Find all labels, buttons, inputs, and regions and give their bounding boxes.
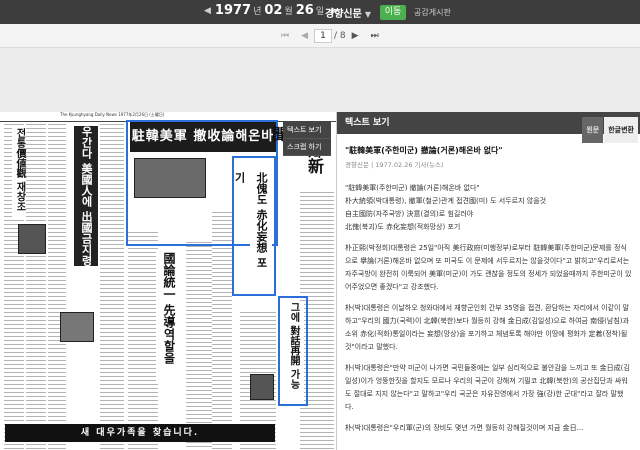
headline-national-unity[interactable]: 國論統一 先導역할을 <box>156 252 182 382</box>
text-panel-body: "駐韓美軍(주한미군) 撤論(거론)해온바 없다" 경향신문 | 1977.02… <box>337 134 640 435</box>
page-number-input[interactable]: 1 <box>314 29 333 43</box>
date-selector: ◀ 1977 년 02 월 26 일 ▶ <box>200 3 342 18</box>
headline-main[interactable]: 駐韓美軍 撤收論해온바 없다 <box>130 122 276 174</box>
next-page-icon[interactable]: ▶ <box>352 31 359 41</box>
article-summary: "駐韓美軍(주한미군) 撤論(거론)해온바 없다" 朴大統領(박대통령), 撤軍… <box>345 182 632 234</box>
text-column <box>48 124 66 450</box>
text-view-panel: 텍스트 보기 원문 한글변환 "駐韓美軍(주한미군) 撤論(거론)해온바 없다"… <box>336 112 640 450</box>
year-unit: 년 <box>253 7 262 17</box>
headline-dialogue[interactable]: 그에 對話再開 가능 <box>282 302 304 402</box>
meeting-photo <box>134 158 206 198</box>
first-page-icon[interactable]: ⏮ <box>281 31 289 41</box>
portrait-photo-2 <box>250 374 274 400</box>
month-unit: 월 <box>284 7 293 17</box>
summary-line: "駐韓美軍(주한미군) 撤論(거론)해온바 없다" <box>345 184 480 192</box>
portrait-photo <box>18 224 46 254</box>
year-value[interactable]: 1977 <box>215 3 251 18</box>
viewer-context-menu: 텍스트 보기 스크랩 하기 <box>283 122 331 156</box>
menu-item-scrap[interactable]: 스크랩 하기 <box>283 139 331 156</box>
last-page-icon[interactable]: ⏭ <box>371 31 379 41</box>
pager: ⏮ ◀ 1 / 8 ▶ ⏭ <box>275 29 385 43</box>
top-navigation-bar: ◀ 1977 년 02 월 26 일 ▶ 경향신문 ▼ 이동 공감게시판 <box>0 0 640 24</box>
text-panel-title: 텍스트 보기 <box>345 118 390 128</box>
article-paragraph: 朴正熙(박정희)대통령은 25일"아직 美行政府(미행정부)로부터 駐韓美軍(주… <box>345 244 632 291</box>
page-total: / 8 <box>334 31 346 41</box>
text-column <box>186 242 212 450</box>
newspaper-viewer[interactable]: The Kyunghyang Daily News 1977年2月26日 (土曜… <box>0 112 336 450</box>
newspaper-select-label: 경향신문 <box>325 9 362 20</box>
article-title: "駐韓美軍(주한미군) 撤論(거론)해온바 없다" <box>345 146 503 155</box>
text-column <box>26 124 46 450</box>
article-paragraph: 朴(박)대통령은"만약 미군이 나가면 국민들중에는 일부 심리적으로 불안감을… <box>345 364 630 411</box>
text-column <box>100 124 124 450</box>
page-navigation-bar: ⏮ ◀ 1 / 8 ▶ ⏭ <box>0 24 640 48</box>
chevron-down-icon: ▼ <box>364 10 371 19</box>
summary-line: 朴大統領(박대통령), 撤軍(철군)관계 접견國(미) 도 서두르지 않을것 <box>345 197 547 205</box>
text-column <box>212 212 232 450</box>
advertisement-banner: 새 대우가족을 찾습니다. <box>5 424 275 442</box>
month-value[interactable]: 02 <box>264 3 282 18</box>
day-value[interactable]: 26 <box>296 3 314 18</box>
menu-item-text-view[interactable]: 텍스트 보기 <box>283 122 331 139</box>
selected-article-box-2[interactable] <box>232 156 276 296</box>
text-column <box>128 232 158 450</box>
summary-line: 自主國防(자주국방) 決意(결의)로 힘길러야 <box>345 210 474 218</box>
summary-line: 北傀(북괴)도 赤化妄想(적화망상) 포기 <box>345 223 461 231</box>
text-panel-tabs: 원문 한글변환 <box>581 117 638 143</box>
article-paragraph: 朴(박)대통령은"우리軍(군)의 장비도 몇년 가면 월등히 강해질것이며 지금… <box>345 424 584 432</box>
article-meta: 경향신문 | 1977.02.26 기사(뉴스) <box>345 161 444 169</box>
previous-page-icon[interactable]: ◀ <box>301 31 308 41</box>
tab-hangul[interactable]: 한글변환 <box>604 117 638 143</box>
newspaper-select[interactable]: 경향신문 ▼ <box>325 5 371 20</box>
tab-original[interactable]: 원문 <box>582 117 604 143</box>
small-photo <box>60 312 94 342</box>
headline-tradition[interactable]: 전통價値觀 재창조 <box>12 128 26 218</box>
day-unit: 일 <box>315 7 325 17</box>
text-panel-header: 텍스트 보기 원문 한글변환 <box>337 112 640 143</box>
article-paragraph: 朴(박)대통령은 이날하오 청와대에서 재향군인회 간부 35명을 접견, 환담… <box>345 304 630 351</box>
go-button[interactable]: 이동 <box>380 5 406 20</box>
previous-date-arrow-icon[interactable]: ◀ <box>204 6 211 16</box>
board-link[interactable]: 공감게시판 <box>414 7 451 18</box>
headline-uganda[interactable]: 우간다 美國人에 出國금지령 <box>74 126 98 266</box>
